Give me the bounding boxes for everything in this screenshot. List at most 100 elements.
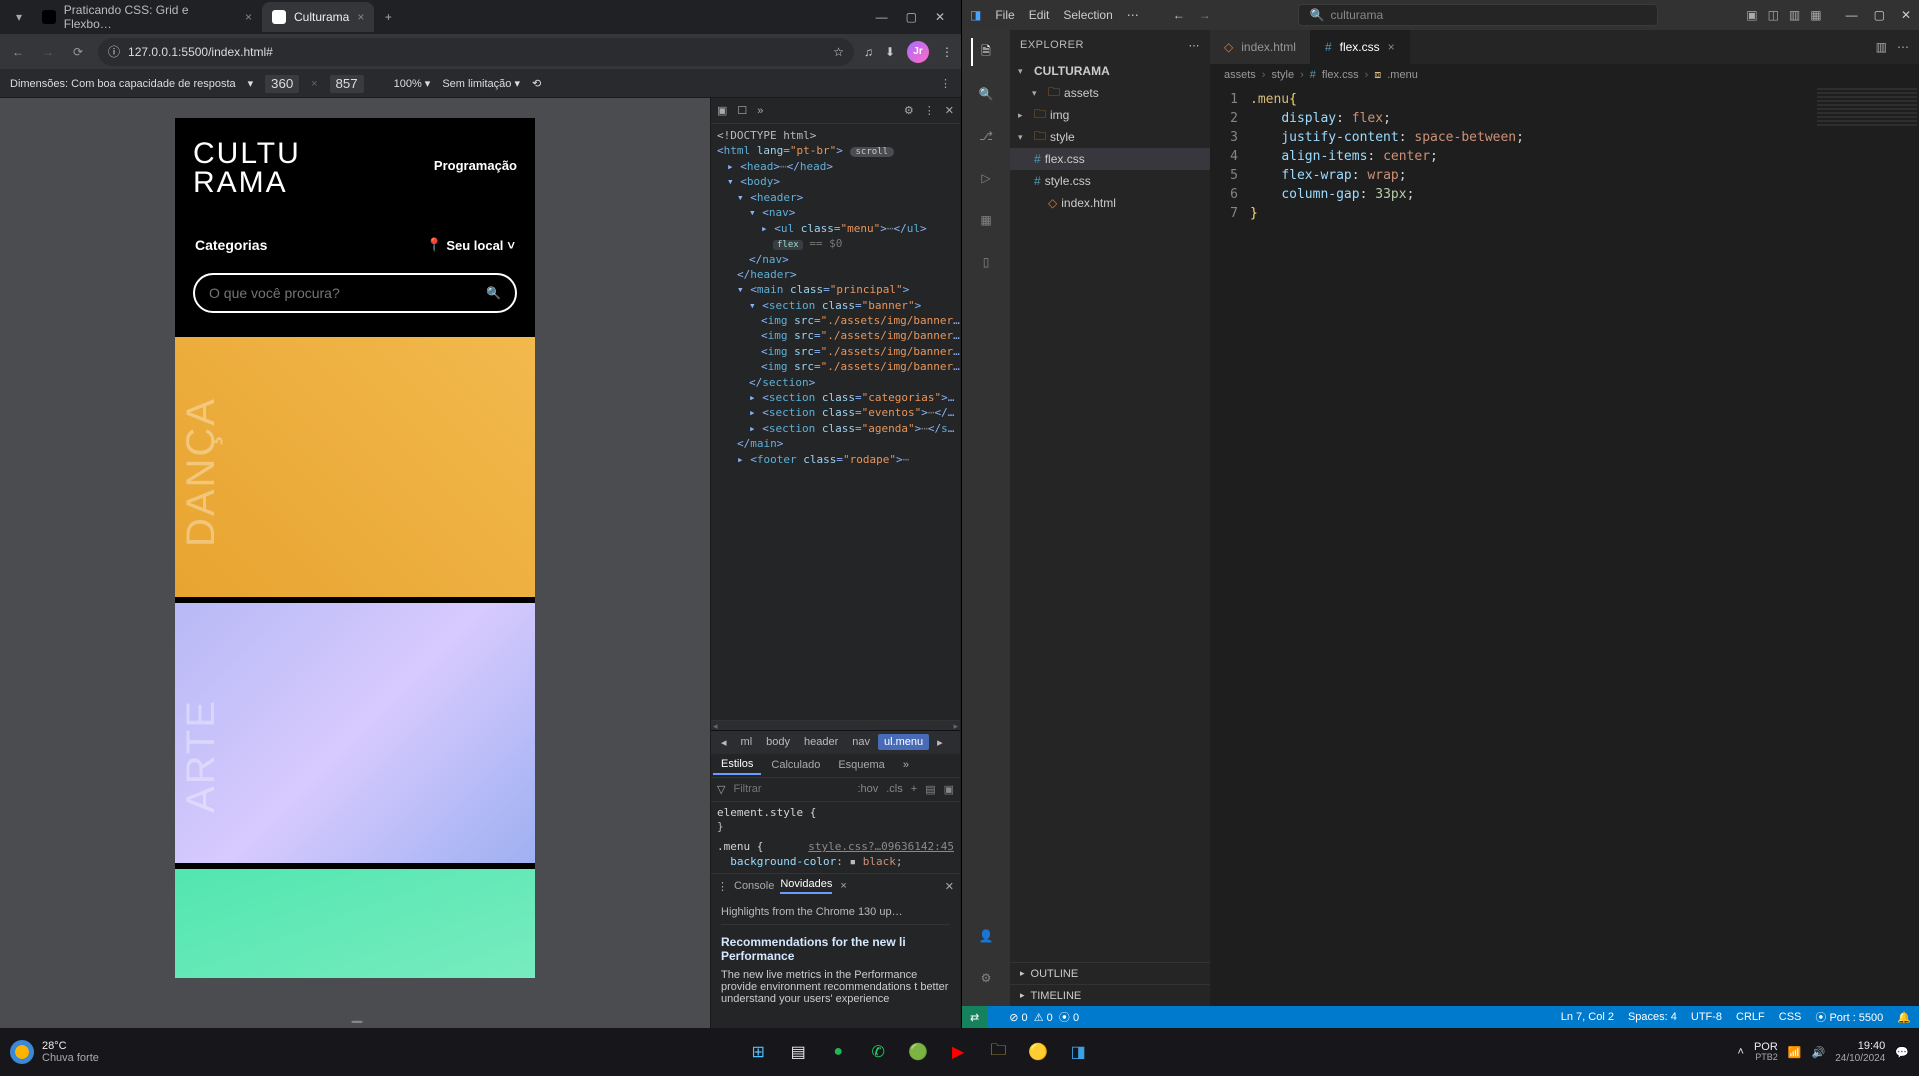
search-icon[interactable]: 🔍 [972, 80, 1000, 108]
device-height-input[interactable] [330, 75, 364, 93]
command-center[interactable]: 🔍 culturama [1298, 4, 1658, 26]
more-panels-icon[interactable]: » [757, 105, 763, 117]
explorer-icon[interactable]: 🗎 [971, 38, 999, 66]
folder-style[interactable]: style [1050, 130, 1075, 144]
chrome-tab-1[interactable]: Culturama × [262, 2, 374, 32]
kebab-icon[interactable]: ⋮ [924, 104, 935, 117]
tab-list-icon[interactable]: ▾ [6, 4, 32, 30]
file-index-html[interactable]: index.html [1061, 196, 1116, 210]
tab-esquema[interactable]: Esquema [830, 756, 892, 774]
close-icon[interactable]: × [357, 10, 364, 24]
weather-widget[interactable]: 28°C Chuva forte [10, 1040, 99, 1064]
extensions-icon[interactable]: ▦ [972, 206, 1000, 234]
debug-icon[interactable]: ▷ [972, 164, 1000, 192]
status-eol[interactable]: CRLF [1736, 1011, 1765, 1023]
device-width-input[interactable] [265, 75, 299, 93]
search-icon[interactable]: 🔍 [486, 286, 501, 300]
close-drawer-icon[interactable]: ✕ [945, 880, 954, 893]
vscode-taskbar-icon[interactable]: ◨ [1062, 1036, 1094, 1068]
close-icon[interactable]: × [840, 880, 846, 892]
status-errors[interactable]: ⊘ 0 ⚠ 0 ⦿ 0 [1009, 1009, 1079, 1025]
status-lang[interactable]: CSS [1779, 1011, 1802, 1023]
menu-local[interactable]: 📍 Seu local ˅ [426, 237, 515, 253]
tab-novidades[interactable]: Novidades [780, 878, 832, 894]
reload-icon[interactable]: ⟳ [68, 45, 88, 59]
wifi-icon[interactable]: 📶 [1788, 1046, 1802, 1059]
menu-icon[interactable]: ⋮ [941, 45, 953, 59]
zoom-select[interactable]: 100% ▾ [394, 77, 431, 90]
search-input[interactable] [209, 285, 443, 301]
menu-categorias[interactable]: Categorias [195, 237, 267, 253]
menu-more-icon[interactable]: ⋯ [1127, 8, 1139, 22]
device-mode-icon[interactable]: ☐ [737, 104, 747, 117]
elements-breadcrumb[interactable]: ◂ ml body header nav ul.menu ▸ [711, 730, 960, 754]
editor-breadcrumb[interactable]: assets› style› #flex.css› ⧈.menu [1210, 64, 1919, 86]
status-encoding[interactable]: UTF-8 [1691, 1011, 1722, 1023]
tab-index-html[interactable]: ◇ index.html [1210, 30, 1311, 64]
filter-input[interactable] [733, 783, 803, 795]
close-icon[interactable]: ✕ [1901, 8, 1911, 22]
status-port[interactable]: ⦿ Port : 5500 [1815, 1009, 1883, 1025]
status-bell-icon[interactable]: 🔔 [1897, 1011, 1911, 1024]
device-rotate-icon[interactable]: ⟲ [532, 77, 541, 90]
explorer-icon[interactable]: 🗀 [982, 1036, 1014, 1068]
search-box[interactable]: 🔍 [193, 273, 517, 313]
device-frame[interactable]: CULTURAMA Programação Categorias 📍 Seu l… [175, 118, 535, 978]
viewport-resize-handle[interactable] [0, 1015, 710, 1029]
profile-avatar[interactable]: Jr [907, 41, 929, 63]
layout-icon[interactable]: ▦ [1810, 8, 1821, 22]
maximize-icon[interactable]: ▢ [1874, 8, 1885, 22]
layout-icon[interactable]: ▥ [1789, 8, 1800, 22]
minimap[interactable] [1817, 88, 1917, 128]
throttle-select[interactable]: Sem limitação ▾ [442, 77, 520, 90]
folder-img[interactable]: img [1050, 108, 1069, 122]
close-icon[interactable]: ✕ [935, 10, 945, 24]
device-icon[interactable]: ▯ [972, 248, 1000, 276]
kebab-icon[interactable]: ⋮ [940, 77, 951, 90]
notifications-icon[interactable]: 💬 [1895, 1046, 1909, 1059]
whatsapp-icon[interactable]: ✆ [862, 1036, 894, 1068]
box-icon[interactable]: ▣ [944, 783, 954, 796]
forward-icon[interactable]: → [38, 45, 58, 59]
file-flex-css[interactable]: flex.css [1045, 152, 1085, 166]
minimize-icon[interactable]: — [876, 10, 888, 24]
chrome-tab-0[interactable]: Praticando CSS: Grid e Flexbo… × [32, 2, 262, 32]
folder-assets[interactable]: assets [1064, 86, 1099, 100]
start-icon[interactable]: ⊞ [742, 1036, 774, 1068]
omnibox[interactable]: ⓘ 127.0.0.1:5500/index.html# ☆ [98, 38, 854, 66]
menu-edit[interactable]: Edit [1029, 8, 1050, 22]
hov-icon[interactable]: :hov [857, 783, 878, 796]
layout-icon[interactable]: ◫ [1768, 8, 1779, 22]
tab-console[interactable]: Console [734, 880, 774, 892]
nav-back-icon[interactable]: ← [1173, 8, 1185, 22]
gear-icon[interactable]: ⚙ [972, 964, 1000, 992]
account-icon[interactable]: 👤 [972, 922, 1000, 950]
music-icon[interactable]: ♫ [864, 45, 873, 59]
kebab-icon[interactable]: ⋮ [717, 880, 728, 893]
remote-indicator[interactable]: ⇄ [962, 1006, 987, 1028]
close-icon[interactable]: × [245, 10, 252, 24]
elements-tree[interactable]: <!DOCTYPE html> <html lang="pt-br"> scro… [711, 124, 960, 720]
gear-icon[interactable]: ⚙ [904, 104, 914, 117]
close-icon[interactable]: ✕ [945, 104, 954, 117]
volume-icon[interactable]: 🔊 [1812, 1046, 1826, 1059]
youtube-icon[interactable]: ▶ [942, 1036, 974, 1068]
kebab-icon[interactable]: ⋯ [1897, 40, 1909, 54]
tray-chevron-icon[interactable]: ˄ [1738, 1046, 1744, 1058]
nav-forward-icon[interactable]: → [1199, 8, 1211, 22]
chrome-icon[interactable]: 🟢 [902, 1036, 934, 1068]
taskview-icon[interactable]: ▤ [782, 1036, 814, 1068]
banner-dance[interactable]: DANÇA [175, 337, 535, 597]
menu-programacao[interactable]: Programação [434, 158, 517, 173]
plus-icon[interactable]: + [911, 783, 917, 796]
chrome-canary-icon[interactable]: 🟡 [1022, 1036, 1054, 1068]
split-editor-icon[interactable]: ▥ [1876, 40, 1887, 54]
project-root[interactable]: CULTURAMA [1034, 64, 1110, 78]
computed-icon[interactable]: ▤ [925, 783, 935, 796]
file-tree[interactable]: ▾CULTURAMA ▾🗀 assets ▸🗀 img ▾🗀 style # f… [1010, 60, 1210, 962]
tab-calculado[interactable]: Calculado [763, 756, 828, 774]
kebab-icon[interactable]: ⋯ [1189, 39, 1201, 52]
layout-icon[interactable]: ▣ [1746, 8, 1757, 22]
code-editor[interactable]: 1234567 .menu{ display: flex; justify-co… [1210, 86, 1919, 1006]
outline-section[interactable]: ▸OUTLINE [1010, 962, 1210, 984]
